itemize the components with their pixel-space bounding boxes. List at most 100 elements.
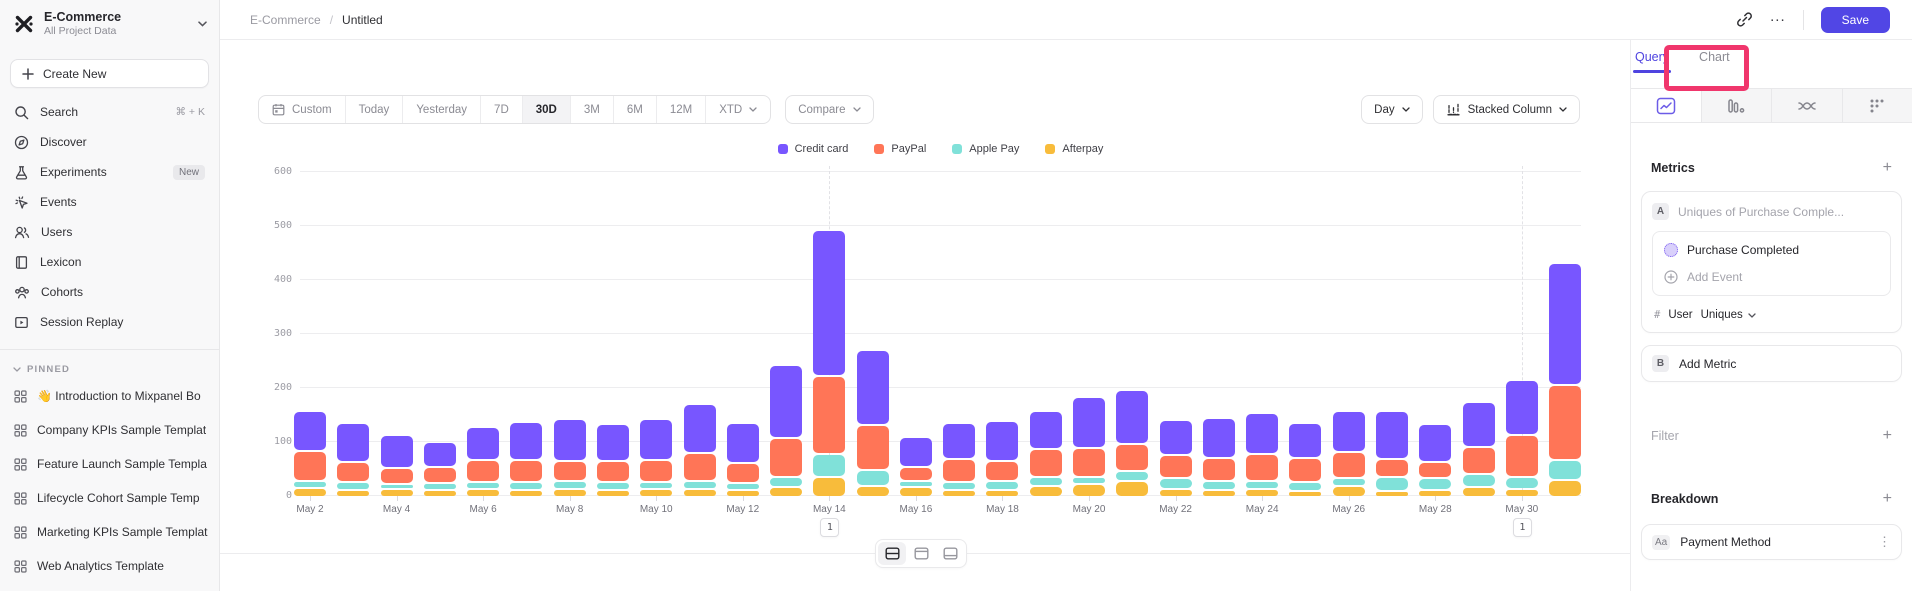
tab-query[interactable]: Query xyxy=(1635,40,1669,73)
bar-segment-paypal[interactable] xyxy=(684,454,716,479)
stacked-bar-may-25[interactable] xyxy=(1289,424,1321,496)
bar-segment-apple-pay[interactable] xyxy=(1203,482,1235,488)
bar-segment-afterpay[interactable] xyxy=(1549,481,1581,496)
annotation-badge[interactable]: 1 xyxy=(1513,518,1532,537)
bar-segment-paypal[interactable] xyxy=(813,377,845,453)
bar-segment-paypal[interactable] xyxy=(381,469,413,483)
bar-segment-apple-pay[interactable] xyxy=(857,471,889,486)
sidebar-item-search[interactable]: Search ⌘ + K xyxy=(0,97,219,127)
stacked-bar-may-3[interactable] xyxy=(337,424,369,496)
stacked-bar-may-2[interactable] xyxy=(294,412,326,496)
layout-chart-only-button[interactable] xyxy=(907,542,935,565)
stacked-bar-may-10[interactable] xyxy=(640,420,672,496)
bar-segment-paypal[interactable] xyxy=(1030,450,1062,476)
sidebar-item-events[interactable]: Events xyxy=(0,187,219,217)
stacked-bar-may-26[interactable] xyxy=(1333,412,1365,496)
bar-segment-credit-card[interactable] xyxy=(510,423,542,459)
bar-segment-apple-pay[interactable] xyxy=(1116,472,1148,480)
stacked-bar-may-22[interactable] xyxy=(1160,421,1192,496)
tab-flows[interactable] xyxy=(1771,89,1842,122)
stacked-bar-may-15[interactable] xyxy=(857,351,889,496)
range-6m[interactable]: 6M xyxy=(613,96,656,123)
bar-segment-credit-card[interactable] xyxy=(1549,264,1581,384)
pinned-item[interactable]: Marketing KPIs Sample Templat xyxy=(0,515,219,549)
stacked-bar-may-27[interactable] xyxy=(1376,412,1408,496)
bar-segment-apple-pay[interactable] xyxy=(337,483,369,489)
granularity-dropdown[interactable]: Day xyxy=(1361,95,1422,124)
bar-segment-paypal[interactable] xyxy=(1073,449,1105,476)
stacked-bar-may-16[interactable] xyxy=(900,438,932,496)
bar-segment-credit-card[interactable] xyxy=(1073,398,1105,447)
bar-segment-paypal[interactable] xyxy=(986,462,1018,479)
annotation-badge[interactable]: 1 xyxy=(820,518,839,537)
bar-segment-paypal[interactable] xyxy=(1116,445,1148,470)
bar-segment-credit-card[interactable] xyxy=(554,420,586,461)
stacked-bar-may-18[interactable] xyxy=(986,422,1018,496)
bar-segment-afterpay[interactable] xyxy=(1333,487,1365,496)
pinned-item[interactable]: Feature Launch Sample Templa xyxy=(0,447,219,481)
stacked-bar-may-30[interactable] xyxy=(1506,381,1538,496)
bar-segment-afterpay[interactable] xyxy=(1073,485,1105,496)
bar-segment-credit-card[interactable] xyxy=(1463,403,1495,446)
stacked-bar-may-13[interactable] xyxy=(770,366,802,496)
stacked-bar-may-9[interactable] xyxy=(597,425,629,496)
chart-type-dropdown[interactable]: Stacked Column xyxy=(1433,95,1580,124)
stacked-bar-may-12[interactable] xyxy=(727,424,759,496)
bar-segment-apple-pay[interactable] xyxy=(597,483,629,489)
bar-segment-paypal[interactable] xyxy=(770,439,802,476)
range-30d-active[interactable]: 30D xyxy=(522,96,570,123)
bar-segment-credit-card[interactable] xyxy=(1160,421,1192,454)
bar-segment-paypal[interactable] xyxy=(1246,455,1278,480)
bar-segment-afterpay[interactable] xyxy=(510,491,542,496)
bar-segment-paypal[interactable] xyxy=(1419,463,1451,477)
tab-retention[interactable] xyxy=(1842,89,1912,122)
bar-segment-apple-pay[interactable] xyxy=(1333,479,1365,485)
bar-segment-apple-pay[interactable] xyxy=(467,483,499,488)
sidebar-item-session-replay[interactable]: Session Replay xyxy=(0,307,219,337)
measure-type-dropdown[interactable]: Uniques xyxy=(1701,309,1756,321)
add-filter-plus-icon[interactable]: + xyxy=(1883,428,1892,444)
pinned-section-header[interactable]: PINNED xyxy=(0,350,219,379)
bar-segment-afterpay[interactable] xyxy=(1376,492,1408,496)
stacked-bar-may-24[interactable] xyxy=(1246,414,1278,496)
bar-segment-afterpay[interactable] xyxy=(943,491,975,496)
pinned-item[interactable]: Lifecycle Cohort Sample Temp xyxy=(0,481,219,515)
add-metric-plus-icon[interactable]: + xyxy=(1883,160,1892,176)
compare-button[interactable]: Compare xyxy=(785,95,873,124)
layout-split-view-button[interactable] xyxy=(878,542,906,565)
chevron-down-icon[interactable] xyxy=(198,21,207,27)
stacked-bar-may-6[interactable] xyxy=(467,428,499,496)
stacked-bar-may-28[interactable] xyxy=(1419,425,1451,496)
bar-segment-paypal[interactable] xyxy=(510,461,542,480)
bar-segment-credit-card[interactable] xyxy=(1203,419,1235,457)
bar-segment-paypal[interactable] xyxy=(727,464,759,482)
bar-segment-credit-card[interactable] xyxy=(640,420,672,459)
stacked-bar-may-19[interactable] xyxy=(1030,412,1062,496)
bar-segment-paypal[interactable] xyxy=(1160,456,1192,477)
bar-segment-afterpay[interactable] xyxy=(900,488,932,496)
bar-segment-paypal[interactable] xyxy=(337,463,369,481)
bar-segment-apple-pay[interactable] xyxy=(1376,478,1408,490)
bar-segment-credit-card[interactable] xyxy=(1506,381,1538,434)
bar-segment-credit-card[interactable] xyxy=(1289,424,1321,457)
bar-segment-apple-pay[interactable] xyxy=(424,484,456,488)
bar-segment-paypal[interactable] xyxy=(1506,436,1538,476)
bar-segment-paypal[interactable] xyxy=(424,468,456,483)
bar-segment-apple-pay[interactable] xyxy=(727,484,759,489)
bar-segment-afterpay[interactable] xyxy=(684,490,716,496)
bar-segment-credit-card[interactable] xyxy=(1376,412,1408,457)
breadcrumb-root[interactable]: E-Commerce xyxy=(250,13,321,27)
bar-segment-afterpay[interactable] xyxy=(597,491,629,496)
metric-card-a[interactable]: A Uniques of Purchase Comple... Purchase… xyxy=(1641,191,1902,333)
bar-segment-apple-pay[interactable] xyxy=(1246,482,1278,488)
range-today[interactable]: Today xyxy=(345,96,403,123)
bar-segment-credit-card[interactable] xyxy=(943,424,975,457)
bar-segment-afterpay[interactable] xyxy=(1463,488,1495,496)
bar-segment-paypal[interactable] xyxy=(900,468,932,480)
bar-segment-credit-card[interactable] xyxy=(294,412,326,450)
sidebar-item-discover[interactable]: Discover xyxy=(0,127,219,157)
bar-segment-apple-pay[interactable] xyxy=(1419,479,1451,489)
range-yesterday[interactable]: Yesterday xyxy=(402,96,480,123)
bar-segment-apple-pay[interactable] xyxy=(1463,475,1495,486)
bar-segment-paypal[interactable] xyxy=(597,462,629,480)
